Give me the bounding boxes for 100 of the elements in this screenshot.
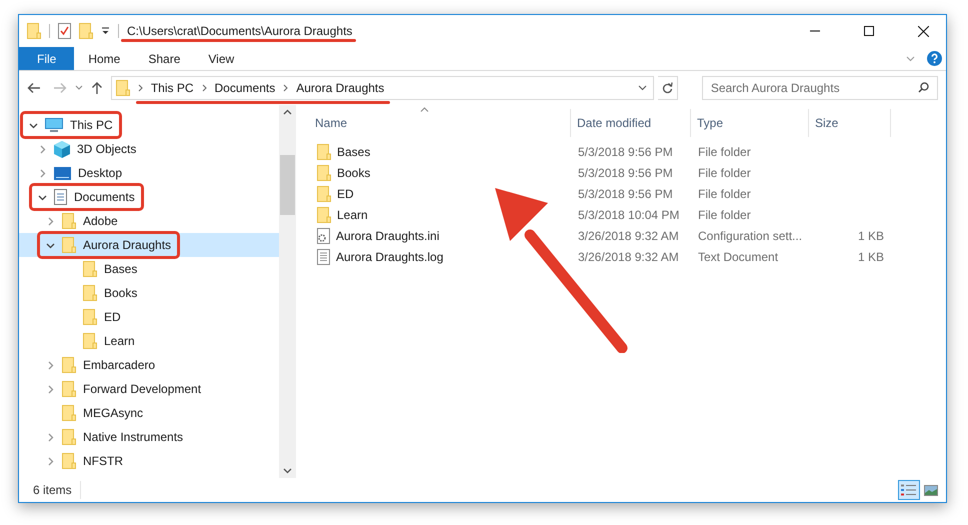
file-name[interactable]: Aurora Draughts.log [336, 248, 444, 266]
column-header[interactable]: Type [691, 109, 809, 137]
tree-label: Desktop [78, 165, 122, 182]
details-view-button[interactable] [898, 480, 920, 500]
chevron-right-icon[interactable] [46, 384, 55, 394]
chevron-right-icon[interactable] [46, 360, 55, 370]
tree-item[interactable]: Documents [19, 185, 279, 209]
tree-item[interactable]: Forward Development [19, 377, 279, 401]
tree-item[interactable]: 3D Objects [19, 137, 279, 161]
type-cell: File folder [698, 186, 751, 200]
settings-file-icon [317, 228, 330, 244]
tree-item[interactable]: Learn [19, 329, 279, 353]
folder-icon [62, 213, 76, 229]
scrollbar-thumb[interactable] [280, 155, 295, 215]
column-header[interactable]: Size [809, 109, 891, 137]
date-cell: 3/26/2018 9:32 AM [578, 228, 679, 242]
date-cell: 3/26/2018 9:32 AM [578, 250, 679, 264]
back-arrow-icon[interactable] [27, 82, 41, 94]
document-icon [54, 189, 67, 205]
date-cell: 5/3/2018 10:04 PM [578, 208, 680, 222]
tree-item[interactable]: Books [19, 281, 279, 305]
folder-icon [317, 186, 331, 202]
breadcrumb-item[interactable]: Documents [214, 79, 276, 97]
ribbon-tab[interactable]: File [19, 47, 74, 70]
tree-label: Forward Development [83, 381, 202, 398]
chevron-right-icon[interactable] [46, 216, 55, 226]
date-cell: 5/3/2018 9:56 PM [578, 144, 673, 158]
folder-icon [83, 285, 97, 301]
folder-icon [83, 333, 97, 349]
tree-label: MEGAsync [83, 405, 144, 422]
chevron-right-icon[interactable] [46, 456, 55, 466]
tree-item[interactable]: This PC [19, 113, 279, 137]
tree-item[interactable]: MEGAsync [19, 401, 279, 425]
tree-item[interactable]: NFSTR [19, 449, 279, 473]
folder-icon [83, 309, 97, 325]
dropdown-caret-icon[interactable] [101, 27, 110, 35]
folder-icon [116, 80, 130, 96]
search-icon [918, 82, 929, 93]
tree-item[interactable]: Adobe [19, 209, 279, 233]
column-header[interactable]: Name [298, 109, 571, 137]
tree-label: Bases [104, 261, 138, 278]
tree-item[interactable]: Embarcadero [19, 353, 279, 377]
tree-label: Native Instruments [83, 429, 184, 446]
type-cell: File folder [698, 144, 751, 158]
refresh-icon [662, 82, 673, 94]
cube-icon [54, 140, 70, 158]
chevron-right-icon[interactable] [38, 168, 47, 178]
type-cell: File folder [698, 166, 751, 180]
scrollbar[interactable] [279, 105, 296, 478]
file-name[interactable]: Learn [337, 206, 368, 224]
tree-label: Aurora Draughts [83, 237, 172, 254]
file-name[interactable]: ED [337, 184, 354, 202]
tree-item[interactable]: Desktop [19, 161, 279, 185]
file-name[interactable]: Books [337, 164, 370, 182]
breadcrumb-item[interactable]: This PC [150, 79, 194, 97]
tree-label: This PC [70, 117, 113, 134]
file-name[interactable]: Aurora Draughts.ini [336, 226, 440, 244]
breadcrumb-item[interactable]: Aurora Draughts [296, 79, 384, 97]
column-header[interactable]: Date modified [571, 109, 691, 137]
tree-item[interactable]: Bases [19, 257, 279, 281]
ribbon-tab[interactable]: Share [134, 47, 194, 70]
refresh-button[interactable] [658, 76, 678, 100]
chevron-down-icon[interactable] [638, 85, 647, 91]
text-file-icon [317, 248, 330, 264]
size-cell: 1 KB [858, 250, 884, 264]
chevron-right-icon[interactable] [38, 144, 47, 154]
chevron-right-icon [202, 84, 207, 92]
scroll-up-icon[interactable] [283, 109, 292, 115]
chevron-right-icon[interactable] [46, 432, 55, 442]
ribbon-tab[interactable]: Home [74, 47, 134, 70]
help-icon[interactable] [927, 51, 942, 66]
tree-item[interactable]: ED [19, 305, 279, 329]
folder-icon [317, 206, 331, 222]
chevron-down-icon[interactable] [46, 240, 55, 250]
tree-label: ED [104, 309, 121, 326]
window-title: C:\Users\crat\Documents\Aurora Draughts [127, 24, 352, 38]
folder-icon [27, 23, 41, 39]
up-arrow-icon[interactable] [90, 81, 103, 95]
scroll-down-icon[interactable] [283, 468, 292, 474]
folder-icon [317, 164, 331, 180]
size-cell: 1 KB [858, 228, 884, 242]
chevron-down-icon[interactable] [38, 192, 47, 202]
chevron-down-icon[interactable] [29, 120, 38, 130]
tree-label: Books [104, 285, 138, 302]
folder-icon [317, 144, 331, 160]
ribbon-tab[interactable]: View [194, 47, 248, 70]
tree-label: Learn [104, 333, 135, 350]
details-view-icon [901, 484, 917, 496]
file-name[interactable]: Bases [337, 142, 370, 160]
tree-item[interactable]: Native Instruments [19, 425, 279, 449]
tree-label: Embarcadero [83, 357, 156, 374]
folder-icon [62, 405, 76, 421]
folder-icon [62, 429, 76, 445]
date-cell: 5/3/2018 9:56 PM [578, 186, 673, 200]
properties-icon[interactable] [58, 23, 71, 39]
tree-label: Documents [74, 189, 135, 206]
type-cell: File folder [698, 208, 751, 222]
thumbnails-view-icon [924, 484, 938, 496]
tree-item[interactable]: Aurora Draughts [19, 233, 279, 257]
search-field[interactable]: Search Aurora Draughts [702, 76, 938, 100]
